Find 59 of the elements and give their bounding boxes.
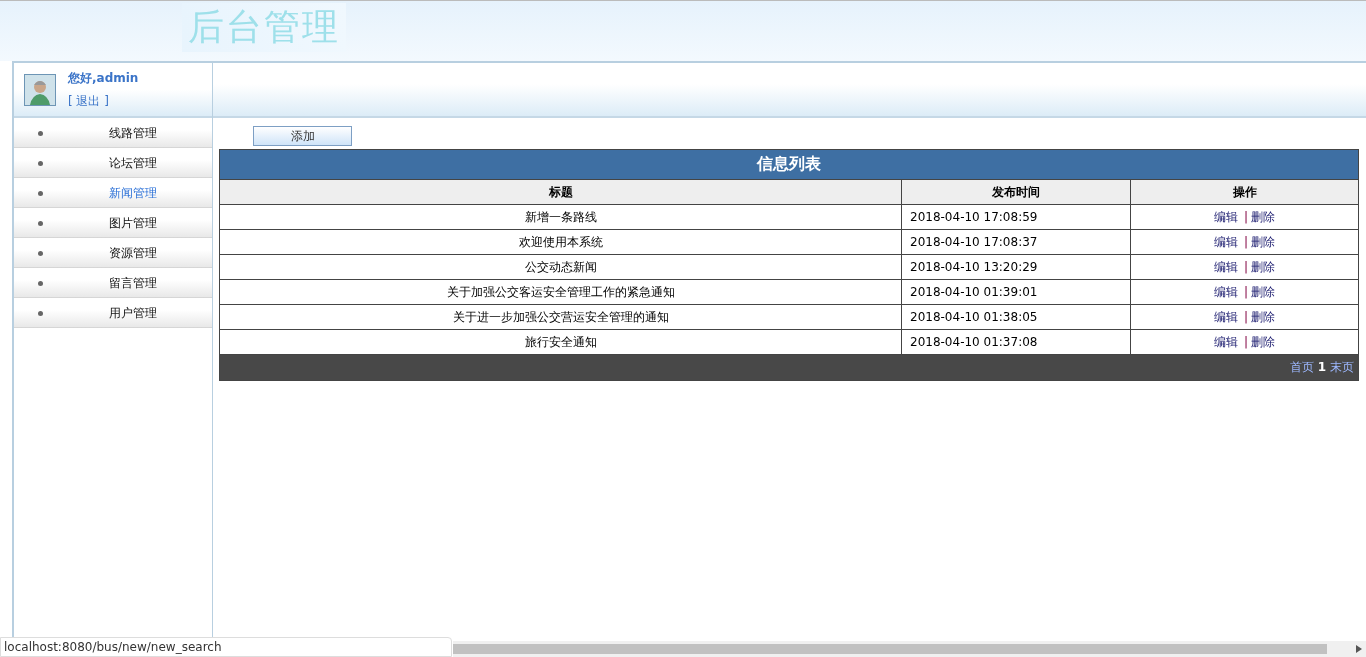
avatar-icon xyxy=(24,73,56,106)
title-cell: 关于加强公交客运安全管理工作的紧急通知 xyxy=(219,279,902,305)
time-cell: 2018-04-10 01:37:08 xyxy=(901,329,1131,355)
separator: | xyxy=(1243,334,1248,349)
bullet-icon xyxy=(38,310,43,316)
column-header: 操作 xyxy=(1130,179,1359,205)
bullet-icon xyxy=(38,220,43,226)
add-button[interactable]: 添加 xyxy=(253,126,352,146)
status-url-tooltip: localhost:8080/bus/new/new_search xyxy=(0,637,452,657)
column-header: 标题 xyxy=(219,179,902,205)
edit-link[interactable]: 编辑 xyxy=(1213,234,1238,249)
delete-link[interactable]: 删除 xyxy=(1251,284,1275,299)
time-cell: 2018-04-10 01:39:01 xyxy=(901,279,1131,305)
bullet-icon xyxy=(38,130,43,136)
last-page-link[interactable]: 末页 xyxy=(1330,360,1354,374)
bullet-icon xyxy=(38,160,43,166)
sidebar-item[interactable]: 线路管理 xyxy=(109,124,157,142)
time-cell: 2018-04-10 13:20:29 xyxy=(901,254,1131,280)
time-cell: 2018-04-10 17:08:59 xyxy=(901,204,1131,230)
time-cell: 2018-04-10 01:38:05 xyxy=(901,304,1131,330)
table-title: 信息列表 xyxy=(219,149,1359,180)
separator: | xyxy=(1243,284,1248,299)
title-cell: 公交动态新闻 xyxy=(219,254,902,280)
delete-link[interactable]: 删除 xyxy=(1251,334,1275,349)
title-cell: 新增一条路线 xyxy=(219,204,902,230)
edit-link[interactable]: 编辑 xyxy=(1213,309,1238,324)
logout-link[interactable]: [ 退出 ] xyxy=(68,92,139,110)
sidebar-item[interactable]: 新闻管理 xyxy=(109,184,157,202)
bullet-icon xyxy=(38,280,43,286)
edit-link[interactable]: 编辑 xyxy=(1213,334,1238,349)
horizontal-scrollbar[interactable] xyxy=(453,641,1366,657)
edit-link[interactable]: 编辑 xyxy=(1213,209,1238,224)
separator: | xyxy=(1243,234,1248,249)
time-cell: 2018-04-10 17:08:37 xyxy=(901,229,1131,255)
sidebar-item[interactable]: 论坛管理 xyxy=(109,154,157,172)
separator: | xyxy=(1243,209,1248,224)
bullet-icon xyxy=(38,190,43,196)
edit-link[interactable]: 编辑 xyxy=(1213,284,1238,299)
delete-link[interactable]: 删除 xyxy=(1251,309,1275,324)
edit-link[interactable]: 编辑 xyxy=(1213,259,1238,274)
column-header: 发布时间 xyxy=(901,179,1131,205)
sidebar-item[interactable]: 留言管理 xyxy=(109,274,157,292)
current-page: 1 xyxy=(1317,360,1326,374)
title-cell: 旅行安全通知 xyxy=(219,329,902,355)
scroll-right-icon[interactable] xyxy=(1356,645,1362,653)
sidebar-item[interactable]: 用户管理 xyxy=(109,304,157,322)
first-page-link[interactable]: 首页 xyxy=(1289,360,1314,374)
sidebar-item[interactable]: 资源管理 xyxy=(109,244,157,262)
delete-link[interactable]: 删除 xyxy=(1251,209,1275,224)
delete-link[interactable]: 删除 xyxy=(1251,234,1275,249)
separator: | xyxy=(1243,259,1248,274)
separator: | xyxy=(1243,309,1248,324)
title-cell: 欢迎使用本系统 xyxy=(219,229,902,255)
user-greeting: 您好,admin xyxy=(68,69,139,87)
bullet-icon xyxy=(38,250,43,256)
delete-link[interactable]: 删除 xyxy=(1251,259,1275,274)
page-title: 后台管理 xyxy=(182,3,346,52)
title-cell: 关于进一步加强公交营运安全管理的通知 xyxy=(219,304,902,330)
sidebar-item[interactable]: 图片管理 xyxy=(109,214,157,232)
